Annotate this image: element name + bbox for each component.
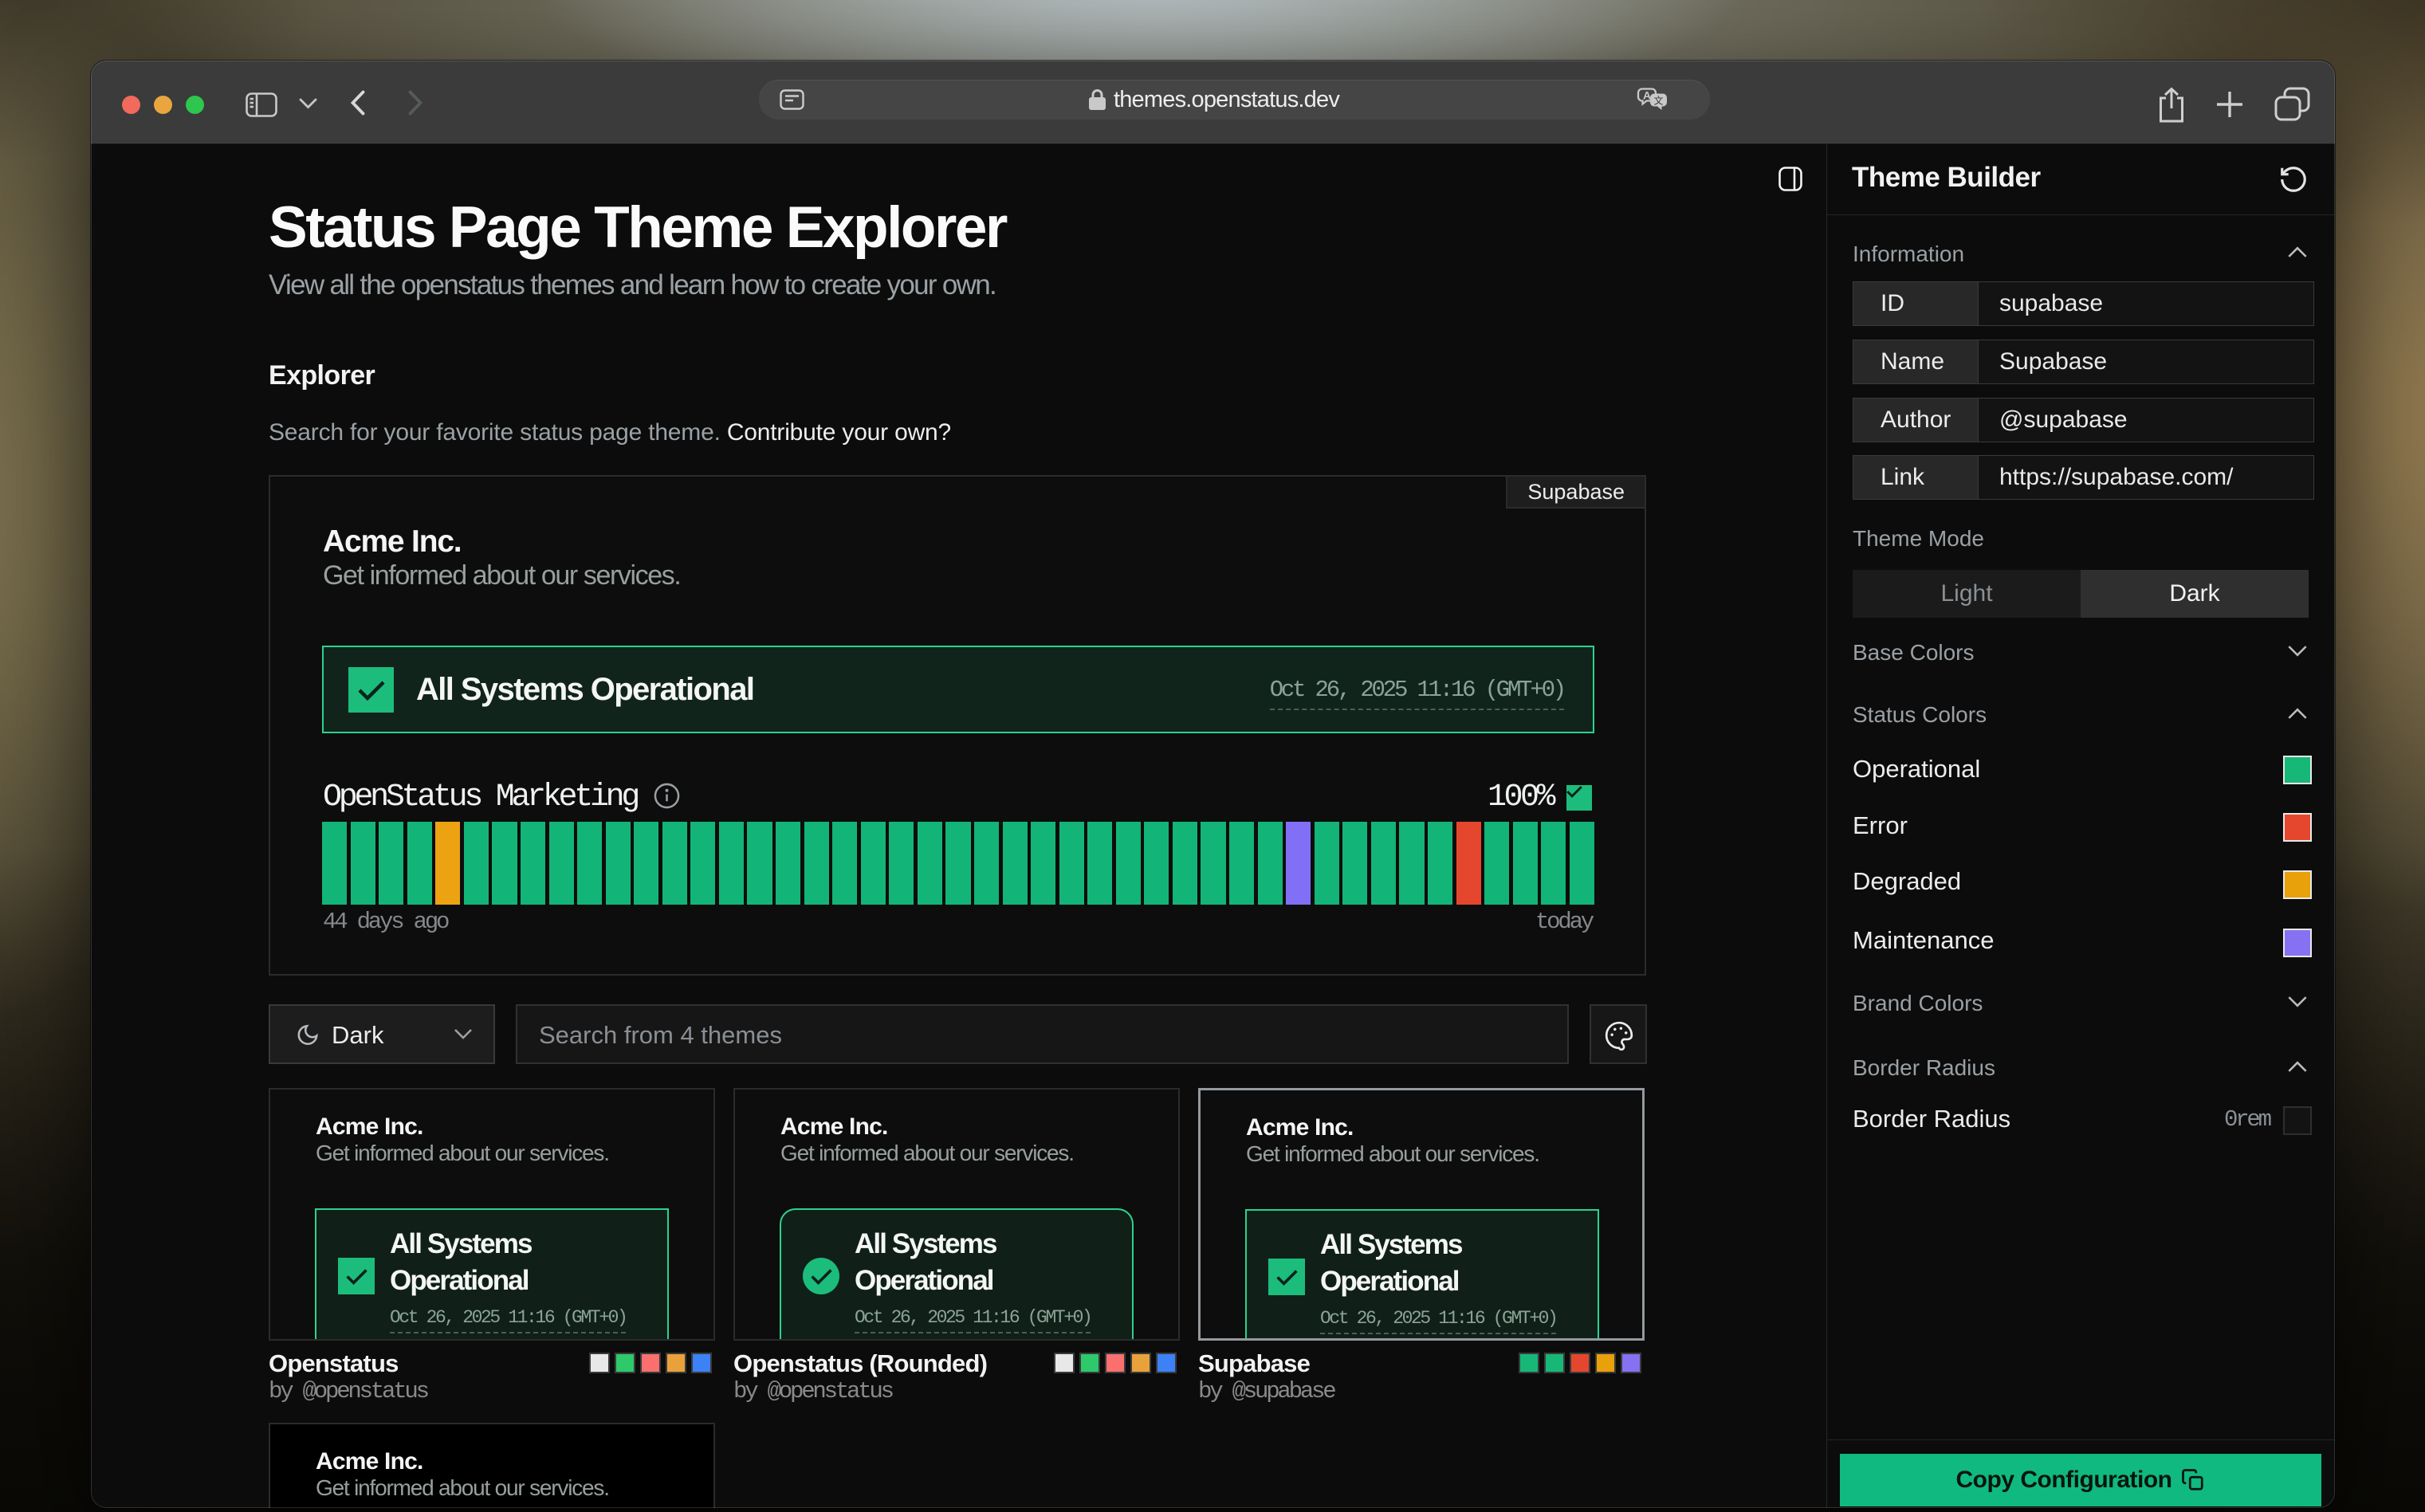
svg-text:A: A [1643,89,1651,102]
svg-text:文: 文 [1653,95,1663,107]
